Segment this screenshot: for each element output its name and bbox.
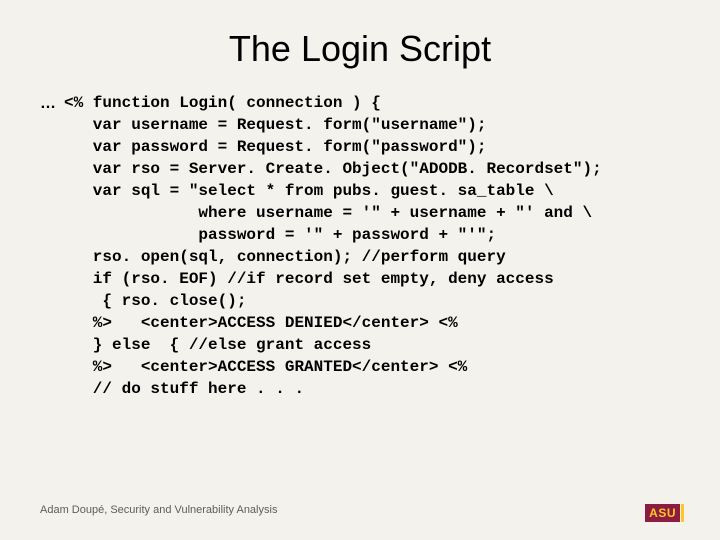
slide-title: The Login Script bbox=[40, 28, 680, 70]
ellipsis-marker: … bbox=[40, 92, 64, 115]
footer-credit: Adam Doupé, Security and Vulnerability A… bbox=[40, 504, 277, 516]
code-block: … <% function Login( connection ) { var … bbox=[40, 92, 680, 400]
slide: The Login Script … <% function Login( co… bbox=[0, 0, 720, 540]
asu-logo-text: ASU bbox=[645, 504, 680, 522]
asu-logo: ASU bbox=[645, 504, 684, 522]
asu-logo-bar bbox=[681, 504, 684, 522]
code-listing: <% function Login( connection ) { var us… bbox=[64, 92, 602, 400]
